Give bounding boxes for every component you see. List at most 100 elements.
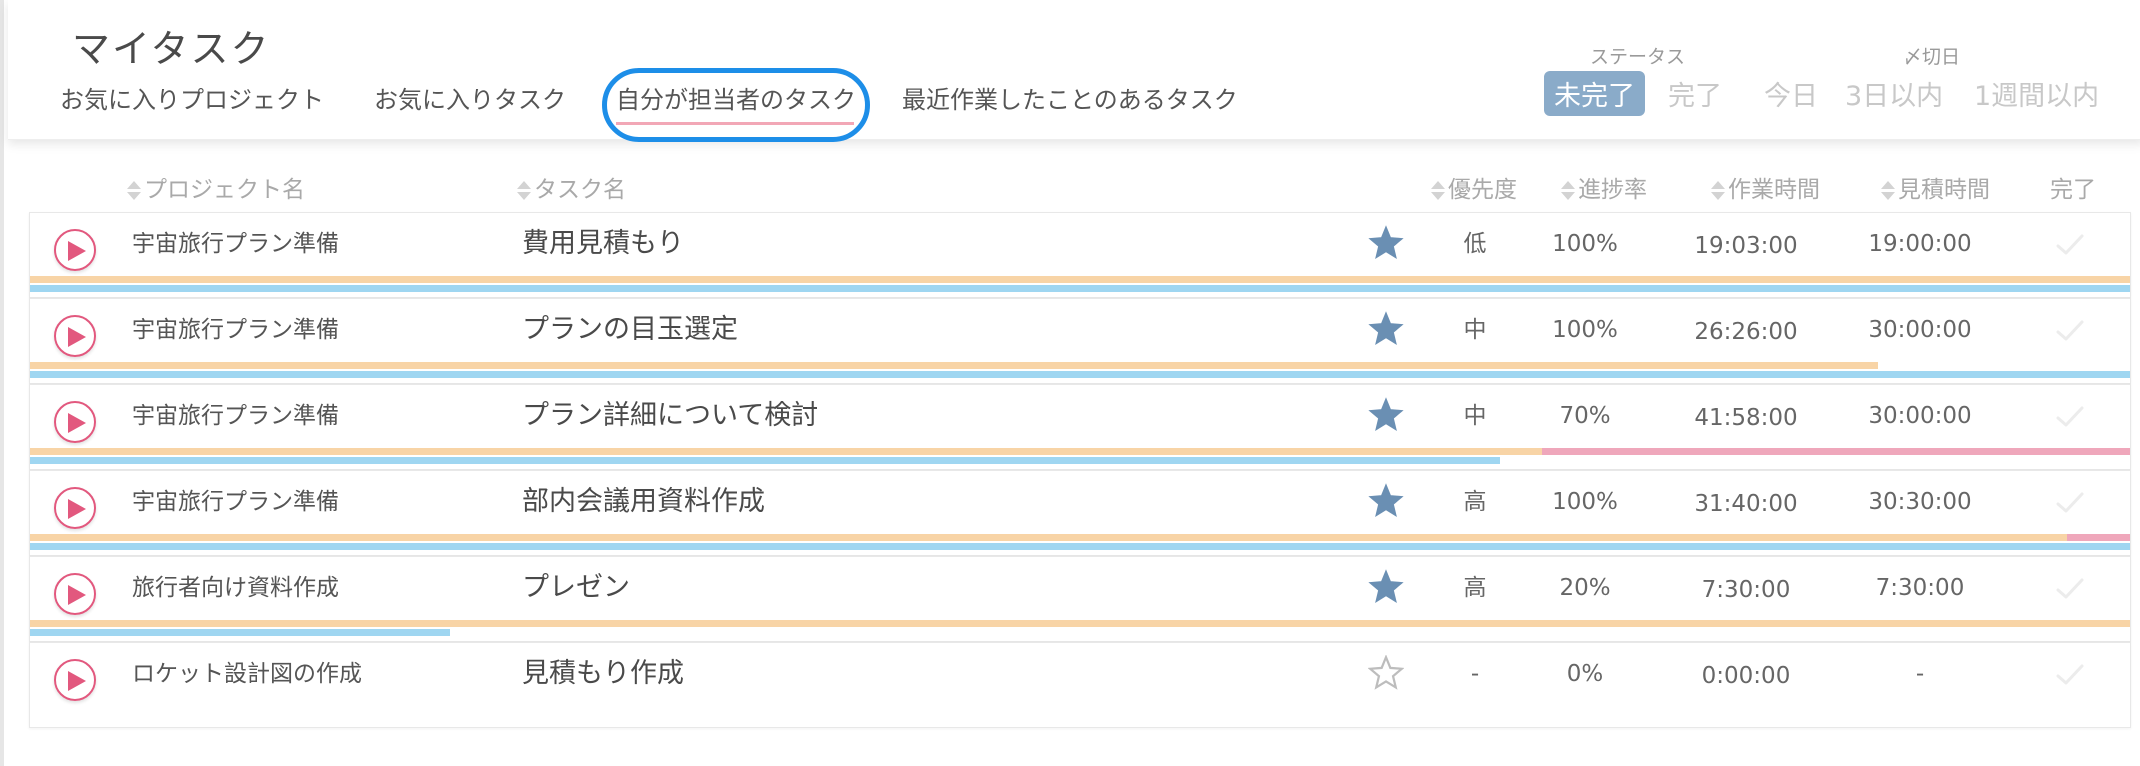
priority: 高 [1463, 489, 1487, 515]
play-button[interactable] [54, 229, 96, 271]
header: マイタスク お気に入りプロジェクト お気に入りタスク 自分が担当者のタスク 最近… [8, 0, 2140, 142]
due-filter-label: 〆切日 [1903, 46, 1961, 68]
status-filter-incomplete[interactable]: 未完了 [1544, 71, 1645, 116]
progress-rate: 0% [1566, 661, 1604, 687]
work-time: 0:00:00 [1701, 663, 1791, 689]
sort-icon [1880, 179, 1896, 203]
work-time-bar [30, 620, 2130, 627]
tab-favorite-projects[interactable]: お気に入りプロジェクト [60, 80, 324, 115]
work-time-bar [30, 448, 1542, 455]
progress-rate: 100% [1552, 231, 1618, 257]
col-head-work-time-label: 作業時間 [1728, 177, 1820, 203]
task-name[interactable]: 部内会議用資料作成 [522, 471, 765, 533]
task-row[interactable]: 宇宙旅行プラン準備 部内会議用資料作成 高 100% 31:40:00 30:3… [29, 470, 2131, 556]
play-button[interactable] [54, 315, 96, 357]
sort-icon [1560, 179, 1576, 203]
check-icon[interactable] [2052, 571, 2088, 607]
col-head-done: 完了 [2050, 170, 2096, 204]
play-icon [68, 499, 86, 519]
play-button[interactable] [54, 573, 96, 615]
progress-bar [30, 543, 2130, 550]
task-name[interactable]: プランの目玉選定 [522, 299, 738, 361]
estimate-time: 30:00:00 [1868, 403, 1972, 429]
work-time: 41:58:00 [1694, 405, 1798, 431]
task-name[interactable]: 見積もり作成 [522, 643, 684, 705]
task-name[interactable]: プラン詳細について検討 [522, 385, 818, 447]
priority: 中 [1463, 317, 1487, 343]
task-row[interactable]: 宇宙旅行プラン準備 プラン詳細について検討 中 70% 41:58:00 30:… [29, 384, 2131, 470]
estimate-time: 19:00:00 [1868, 231, 1972, 257]
star-icon[interactable] [1367, 654, 1408, 695]
project-name: 宇宙旅行プラン準備 [132, 489, 339, 515]
work-time: 26:26:00 [1694, 319, 1798, 345]
work-time-bar [30, 534, 2067, 541]
estimate-time: 30:00:00 [1868, 317, 1972, 343]
check-icon[interactable] [2052, 313, 2088, 349]
due-filter-today[interactable]: 今日 [1764, 74, 1818, 113]
col-head-work-time[interactable]: 作業時間 [1710, 170, 1820, 204]
progress-bar [30, 285, 2130, 292]
check-icon[interactable] [2052, 657, 2088, 693]
play-icon [68, 671, 86, 691]
project-name: 宇宙旅行プラン準備 [132, 403, 339, 429]
col-head-progress[interactable]: 進捗率 [1560, 170, 1647, 204]
play-icon [68, 327, 86, 347]
star-icon[interactable] [1368, 483, 1408, 523]
star-icon[interactable] [1368, 397, 1408, 437]
check-icon[interactable] [2052, 485, 2088, 521]
play-icon [68, 413, 86, 433]
col-head-estimate[interactable]: 見積時間 [1880, 170, 1990, 204]
task-row[interactable]: ロケット設計図の作成 見積もり作成 - 0% 0:00:00 - [29, 642, 2131, 728]
project-name: ロケット設計図の作成 [132, 661, 362, 687]
due-filter-3days[interactable]: 3日以内 [1845, 74, 1943, 113]
col-head-project[interactable]: プロジェクト名 [126, 170, 305, 204]
col-head-task[interactable]: タスク名 [516, 170, 626, 204]
work-time-bar [30, 276, 2130, 283]
tab-favorite-tasks[interactable]: お気に入りタスク [374, 80, 566, 115]
task-row[interactable]: 旅行者向け資料作成 プレゼン 高 20% 7:30:00 7:30:00 [29, 556, 2131, 642]
check-icon[interactable] [2052, 227, 2088, 263]
due-filter-1week[interactable]: 1週間以内 [1974, 74, 2099, 113]
overtime-bar [1542, 448, 2130, 455]
task-row[interactable]: 宇宙旅行プラン準備 プランの目玉選定 中 100% 26:26:00 30:00… [29, 298, 2131, 384]
project-name: 旅行者向け資料作成 [132, 575, 339, 601]
project-name: 宇宙旅行プラン準備 [132, 231, 339, 257]
progress-rate: 100% [1552, 317, 1618, 343]
col-head-task-label: タスク名 [534, 177, 626, 203]
check-icon[interactable] [2052, 399, 2088, 435]
col-head-priority-label: 優先度 [1448, 177, 1517, 203]
work-time: 19:03:00 [1694, 233, 1798, 259]
task-name[interactable]: プレゼン [522, 557, 630, 619]
sort-icon [1710, 179, 1726, 203]
status-filter-complete[interactable]: 完了 [1668, 74, 1722, 113]
work-time: 7:30:00 [1701, 577, 1791, 603]
status-filter-label: ステータス [1590, 46, 1686, 68]
play-button[interactable] [54, 401, 96, 443]
progress-bar [30, 629, 450, 636]
star-icon[interactable] [1368, 225, 1408, 265]
task-name[interactable]: 費用見積もり [522, 213, 684, 275]
progress-bar [30, 457, 1500, 464]
col-head-project-label: プロジェクト名 [144, 177, 305, 203]
progress-rate: 70% [1559, 403, 1611, 429]
progress-rate: 20% [1559, 575, 1611, 601]
col-head-priority[interactable]: 優先度 [1430, 170, 1517, 204]
play-icon [68, 241, 86, 261]
progress-rate: 100% [1552, 489, 1618, 515]
play-button[interactable] [54, 487, 96, 529]
estimate-time: 7:30:00 [1875, 575, 1965, 601]
progress-bar [30, 371, 2130, 378]
priority: 低 [1463, 231, 1487, 257]
star-icon[interactable] [1368, 569, 1408, 609]
page-shell: マイタスク お気に入りプロジェクト お気に入りタスク 自分が担当者のタスク 最近… [0, 0, 2140, 766]
priority: 高 [1463, 575, 1487, 601]
col-head-done-label: 完了 [2050, 177, 2096, 203]
tab-recent-tasks[interactable]: 最近作業したことのあるタスク [902, 80, 1238, 115]
col-head-estimate-label: 見積時間 [1898, 177, 1990, 203]
sort-icon [516, 179, 532, 203]
play-button[interactable] [54, 659, 96, 701]
task-row[interactable]: 宇宙旅行プラン準備 費用見積もり 低 100% 19:03:00 19:00:0… [29, 212, 2131, 298]
priority: - [1470, 661, 1480, 687]
work-time-bar [30, 362, 1878, 369]
star-icon[interactable] [1368, 311, 1408, 351]
